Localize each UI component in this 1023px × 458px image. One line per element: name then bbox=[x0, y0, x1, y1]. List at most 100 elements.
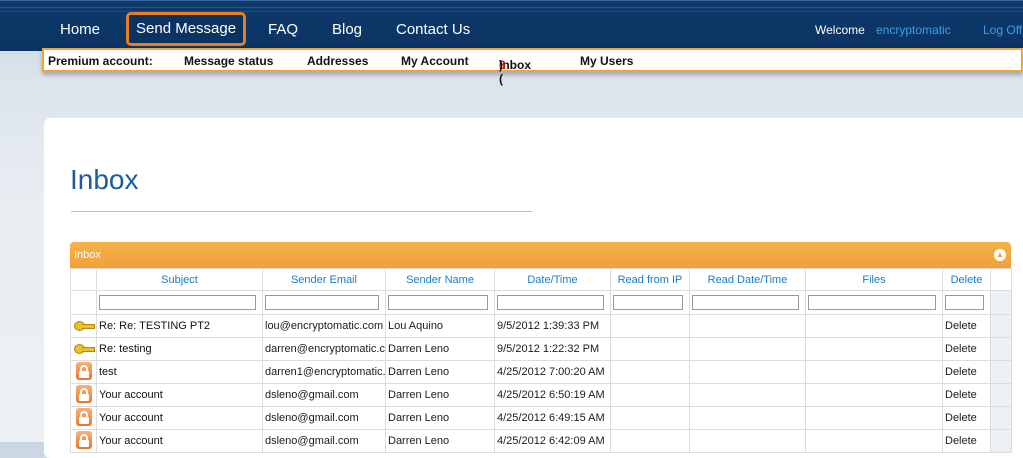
column-date-time[interactable]: Date/Time bbox=[494, 268, 611, 291]
filter-subject-input[interactable] bbox=[99, 295, 256, 310]
sender-name-cell: Darren Leno bbox=[385, 360, 495, 384]
column-read-date-time[interactable]: Read Date/Time bbox=[689, 268, 806, 291]
subject-cell[interactable]: Your account bbox=[96, 383, 263, 407]
filter-sender-name-input[interactable] bbox=[388, 295, 488, 310]
subnav-message-status[interactable]: Message status bbox=[184, 54, 273, 68]
inbox-grid-caption: Inbox ▲ bbox=[70, 242, 1011, 268]
scrollbar-track[interactable] bbox=[990, 337, 1012, 361]
read-ip-cell bbox=[610, 314, 690, 338]
scrollbar-track[interactable] bbox=[990, 383, 1012, 407]
subnav-addresses[interactable]: Addresses bbox=[307, 54, 368, 68]
title-divider bbox=[71, 211, 532, 212]
column-delete[interactable]: Delete bbox=[942, 268, 991, 291]
nav-send-message[interactable]: Send Message bbox=[126, 12, 247, 46]
files-cell bbox=[805, 429, 943, 453]
filter-read-date-input[interactable] bbox=[692, 295, 799, 310]
username-link[interactable]: encryptomatic bbox=[876, 23, 951, 37]
sender-email-cell: lou@encryptomatic.com bbox=[262, 314, 386, 338]
account-subnav: Premium account: Message status Addresse… bbox=[42, 48, 1023, 86]
read-date-cell bbox=[689, 337, 806, 361]
scrollbar-track[interactable] bbox=[990, 406, 1012, 430]
date-time-cell: 9/5/2012 1:39:33 PM bbox=[494, 314, 611, 338]
files-cell bbox=[805, 314, 943, 338]
filter-row bbox=[70, 290, 1012, 315]
message-status-icon-cell bbox=[70, 383, 97, 407]
column-read-from-ip[interactable]: Read from IP bbox=[610, 268, 690, 291]
filter-read-ip-input[interactable] bbox=[613, 295, 683, 310]
table-row[interactable]: Re: testingdarren@encryptomatic.comDarre… bbox=[70, 337, 1012, 361]
collapse-icon[interactable]: ▲ bbox=[994, 249, 1006, 261]
date-time-cell: 4/25/2012 6:50:19 AM bbox=[494, 383, 611, 407]
column-sender-name[interactable]: Sender Name bbox=[385, 268, 495, 291]
subject-cell[interactable]: Re: testing bbox=[96, 337, 263, 361]
scrollbar-track[interactable] bbox=[990, 429, 1012, 453]
date-time-cell: 4/25/2012 6:49:15 AM bbox=[494, 406, 611, 430]
sender-email-cell: darren@encryptomatic.com bbox=[262, 337, 386, 361]
column-sender-email[interactable]: Sender Email bbox=[262, 268, 386, 291]
delete-link[interactable]: Delete bbox=[942, 429, 991, 453]
table-row[interactable]: Your account dsleno@gmail.com Darren Leno 4… bbox=[70, 406, 1012, 430]
grid-caption-label: Inbox bbox=[74, 249, 101, 261]
table-row[interactable]: Your account dsleno@gmail.com Darren Leno 4… bbox=[70, 383, 1012, 407]
lock-icon bbox=[75, 407, 92, 426]
top-nav-bar: Home Send Message FAQ Blog Contact Us We… bbox=[0, 0, 1023, 51]
sender-email-cell: dsleno@gmail.com bbox=[262, 406, 386, 430]
message-status-icon-cell bbox=[70, 337, 97, 361]
sender-name-cell: Lou Aquino bbox=[385, 314, 495, 338]
scrollbar-track[interactable] bbox=[990, 314, 1012, 338]
log-off-link[interactable]: Log Off bbox=[983, 23, 1022, 37]
filter-date-time-input[interactable] bbox=[497, 295, 604, 310]
scrollbar-track[interactable] bbox=[990, 290, 1012, 315]
filter-files-input[interactable] bbox=[808, 295, 936, 310]
column-subject[interactable]: Subject bbox=[96, 268, 263, 291]
sender-email-cell: dsleno@gmail.com bbox=[262, 383, 386, 407]
message-status-icon-cell bbox=[70, 429, 97, 453]
lock-icon bbox=[75, 430, 92, 449]
nav-home[interactable]: Home bbox=[60, 13, 100, 46]
sender-email-cell: dsleno@gmail.com bbox=[262, 429, 386, 453]
message-status-icon-cell bbox=[70, 360, 97, 384]
table-row[interactable]: Re: Re: TESTING PT2 lou@encryptomatic.com… bbox=[70, 314, 1012, 338]
table-row[interactable]: Your account dsleno@gmail.com Darren Leno 4… bbox=[70, 429, 1012, 453]
message-status-icon-cell bbox=[70, 406, 97, 430]
delete-link[interactable]: Delete bbox=[942, 314, 991, 338]
read-date-cell bbox=[689, 360, 806, 384]
files-cell bbox=[805, 337, 943, 361]
subnav-my-users[interactable]: My Users bbox=[580, 54, 633, 68]
subject-cell[interactable]: test bbox=[96, 360, 263, 384]
read-date-cell bbox=[689, 383, 806, 407]
delete-link[interactable]: Delete bbox=[942, 360, 991, 384]
lock-icon bbox=[75, 384, 92, 403]
subject-cell[interactable]: Your account bbox=[96, 406, 263, 430]
icon-column-header bbox=[70, 268, 97, 291]
read-ip-cell bbox=[610, 406, 690, 430]
date-time-cell: 4/25/2012 6:42:09 AM bbox=[494, 429, 611, 453]
filter-delete-input[interactable] bbox=[945, 295, 984, 310]
sender-name-cell: Darren Leno bbox=[385, 406, 495, 430]
date-time-cell: 4/25/2012 7:00:20 AM bbox=[494, 360, 611, 384]
filter-sender-email-input[interactable] bbox=[265, 295, 379, 310]
read-date-cell bbox=[689, 429, 806, 453]
nav-blog[interactable]: Blog bbox=[332, 13, 362, 46]
sender-name-cell: Darren Leno bbox=[385, 429, 495, 453]
delete-link[interactable]: Delete bbox=[942, 383, 991, 407]
subject-cell[interactable]: Re: Re: TESTING PT2 bbox=[96, 314, 263, 338]
scrollbar-track[interactable] bbox=[990, 360, 1012, 384]
table-row[interactable]: testdarren1@encryptomatic.comDarren Leno… bbox=[70, 360, 1012, 384]
delete-link[interactable]: Delete bbox=[942, 406, 991, 430]
read-ip-cell bbox=[610, 429, 690, 453]
date-time-cell: 9/5/2012 1:22:32 PM bbox=[494, 337, 611, 361]
filter-icon-cell bbox=[70, 290, 97, 315]
sender-name-cell: Darren Leno bbox=[385, 337, 495, 361]
files-cell bbox=[805, 406, 943, 430]
read-ip-cell bbox=[610, 337, 690, 361]
lock-icon bbox=[75, 361, 92, 380]
delete-link[interactable]: Delete bbox=[942, 337, 991, 361]
nav-faq[interactable]: FAQ bbox=[268, 13, 298, 46]
column-files[interactable]: Files bbox=[805, 268, 943, 291]
read-date-cell bbox=[689, 406, 806, 430]
subject-cell[interactable]: Your account bbox=[96, 429, 263, 453]
message-status-icon-cell bbox=[70, 314, 97, 338]
nav-contact-us[interactable]: Contact Us bbox=[396, 13, 470, 46]
subnav-my-account[interactable]: My Account bbox=[401, 54, 469, 68]
